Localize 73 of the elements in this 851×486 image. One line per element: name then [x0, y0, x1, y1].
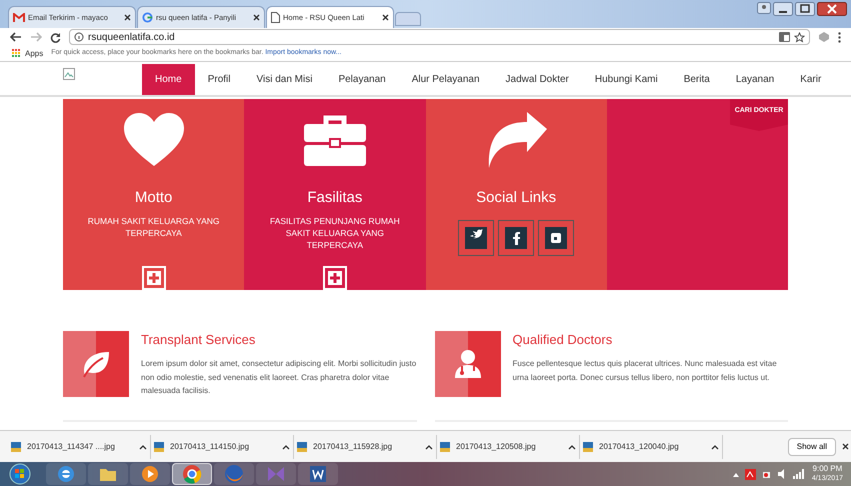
user-icon[interactable] [757, 2, 771, 16]
minimize-icon[interactable] [773, 2, 793, 16]
image-file-icon [11, 442, 21, 452]
antivirus-icon[interactable] [744, 468, 756, 480]
twitter-icon[interactable] [458, 220, 494, 256]
service-text: Lorem ipsum dolor sit amet, consectetur adipiscing elit. Morbi sollicitudin justo non odio molestie, sed venenatis elit laoreet. Cras pharetra dolor vitae malesuada facilisis. [141, 358, 416, 397]
nav-link[interactable]: Visi dan Misi [243, 64, 326, 95]
download-item[interactable]: 20170413_120508.jpg [437, 434, 580, 458]
nav-link[interactable]: Pelayanan [325, 64, 399, 95]
close-icon[interactable] [842, 443, 849, 450]
page-icon [271, 12, 280, 23]
close-icon[interactable] [817, 2, 847, 16]
apps-icon[interactable] [12, 49, 21, 58]
image-file-icon [440, 442, 450, 452]
plus-icon[interactable] [142, 266, 166, 290]
info-icon[interactable] [74, 32, 84, 42]
apps-link[interactable]: Apps [25, 48, 44, 60]
caret-icon[interactable] [711, 444, 719, 450]
back-icon[interactable] [10, 32, 22, 42]
network-icon[interactable] [792, 469, 804, 479]
download-item[interactable]: 20170413_115928.jpg [294, 434, 437, 458]
nav-link[interactable]: Berita [670, 64, 723, 95]
broken-image-icon [63, 68, 75, 80]
play-icon[interactable] [130, 463, 170, 485]
caret-icon[interactable] [568, 444, 576, 450]
image-file-icon [297, 442, 307, 452]
reload-icon[interactable] [50, 32, 61, 42]
document-w-icon[interactable] [298, 463, 338, 485]
nav-link[interactable]: Hubungi Kami [582, 64, 671, 95]
nav-link[interactable]: Profil [194, 64, 244, 95]
plus-icon[interactable] [322, 266, 347, 290]
nav-link[interactable]: Karir [787, 64, 834, 95]
service-title: Qualified Doctors [512, 331, 614, 348]
nav-link[interactable]: Home [142, 64, 195, 95]
image-file-icon [583, 442, 593, 452]
download-item[interactable]: 20170413_114347 ....jpg [8, 434, 151, 458]
feature-title: Fasilitas [307, 188, 362, 208]
nav-link[interactable]: Layanan [722, 64, 788, 95]
feature-title: Motto [134, 188, 172, 208]
nav-link[interactable]: Jadwal Dokter [492, 64, 582, 95]
show-all-button[interactable]: Show all [788, 438, 836, 456]
feature-text: RUMAH SAKIT KELUARGA YANG TERPERCAYA [86, 214, 221, 240]
close-icon[interactable] [253, 14, 260, 21]
download-item[interactable]: 20170413_120040.jpg [580, 434, 723, 458]
address-bar[interactable]: rsuqueenlatifa.co.id [69, 29, 810, 45]
heart-icon [122, 111, 185, 169]
facebook-icon[interactable] [498, 220, 534, 256]
image-file-icon [154, 442, 164, 452]
chrome-icon[interactable] [172, 463, 212, 485]
show-hidden-icons[interactable] [732, 472, 739, 476]
service-title: Transplant Services [141, 331, 256, 348]
leaf-icon [63, 331, 129, 397]
menu-icon[interactable] [838, 32, 841, 42]
translate-icon[interactable] [779, 32, 790, 42]
search-engine-icon [142, 12, 153, 23]
nav-link[interactable]: Alur Pelayanan [398, 64, 493, 95]
clock-time[interactable]: 9:00 PM [812, 464, 842, 474]
close-icon[interactable] [124, 14, 131, 21]
doctor-icon [434, 331, 500, 397]
download-item[interactable]: 20170413_114150.jpg [151, 434, 294, 458]
caret-icon[interactable] [282, 444, 290, 450]
restore-icon[interactable] [795, 2, 815, 16]
folder-icon[interactable] [88, 463, 128, 485]
feature-text: FASILITAS PENUNJANG RUMAH SAKIT KELUARGA YANG TERPERCAYA [269, 214, 401, 252]
feature-title: Social Links [476, 188, 556, 208]
caret-icon[interactable] [139, 444, 147, 450]
service-text: Fusce pellentesque lectus quis placerat ultrices. Nunc malesuada est vitae urna laoreet porta. Donec cursus tellus libero, non porttitor felis luctus ut. [512, 358, 778, 384]
mail-icon [13, 12, 25, 22]
star-icon[interactable] [794, 32, 805, 42]
close-icon[interactable] [382, 14, 389, 21]
browser-e-icon[interactable] [46, 463, 86, 485]
start-button[interactable] [8, 463, 32, 485]
caret-icon[interactable] [425, 444, 433, 450]
